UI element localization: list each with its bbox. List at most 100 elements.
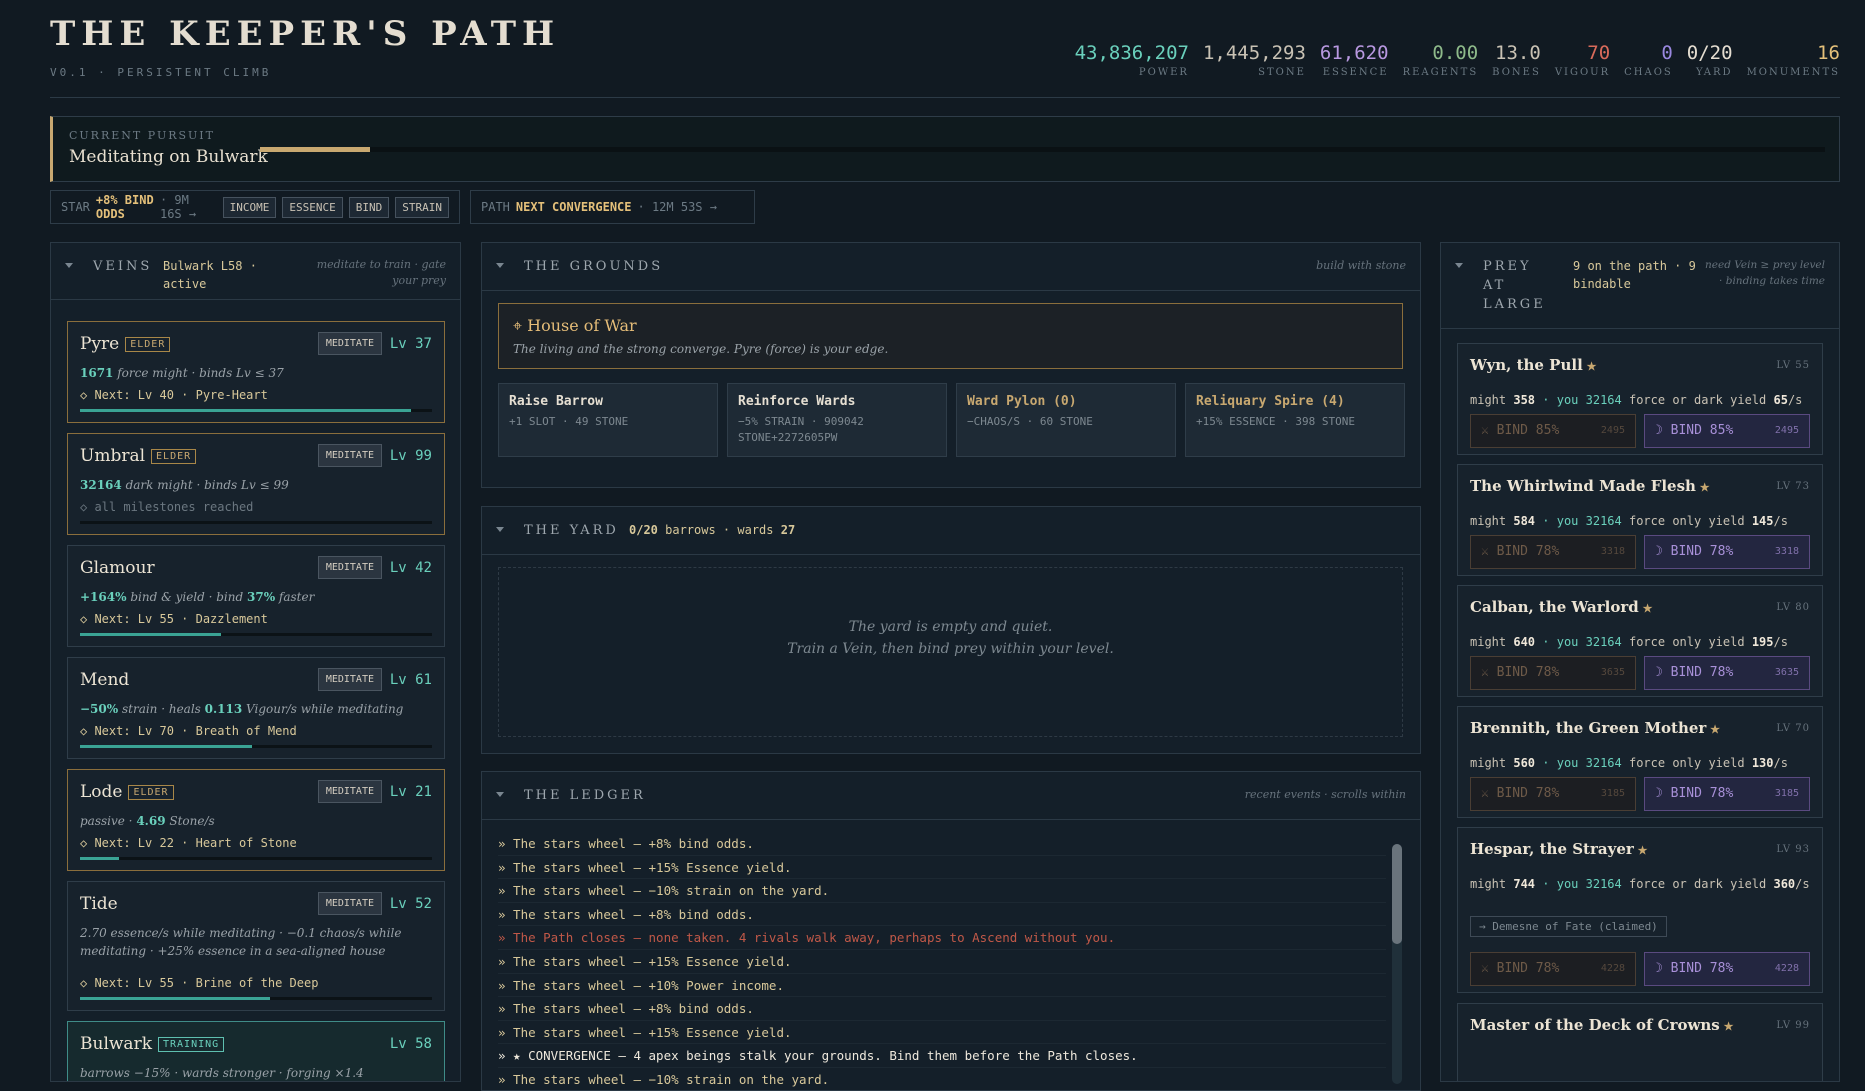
build-option[interactable]: Reliquary Spire (4) +15% ESSENCE · 398 ST… <box>1185 383 1405 457</box>
yield-label: yield <box>1722 393 1774 407</box>
vein-card-mend[interactable]: Mend MEDITATE Lv 61 −50% strain · heals 0.1… <box>67 657 445 759</box>
vein-card-tide[interactable]: Tide MEDITATE Lv 52 2.70 essence/s while me… <box>67 881 445 1011</box>
stat-essence: 61,620 ESSENCE <box>1320 42 1389 78</box>
build-name: Reliquary Spire (4) <box>1196 394 1345 409</box>
vein-name-text: Bulwark <box>80 1034 152 1054</box>
vein-description: −50% strain · heals 0.113 Vigour/s while… <box>80 700 432 718</box>
vein-card-bulwark[interactable]: Bulwark TRAINING Lv 58 barrows −15% · wards… <box>67 1021 445 1081</box>
prey-might: 744 <box>1513 877 1536 891</box>
prey-yield: 130 <box>1751 756 1774 770</box>
build-name: Reinforce Wards <box>738 394 856 409</box>
vein-card-umbral[interactable]: Umbral ELDER MEDITATE Lv 99 32164 dark might… <box>67 433 445 535</box>
ledger-title: THE LEDGER <box>524 788 646 803</box>
build-option[interactable]: Raise Barrow +1 SLOT · 49 STONE <box>498 383 718 457</box>
bind-cost: 4228 <box>1774 963 1799 974</box>
ledger-hint: recent events · scrolls within <box>1244 788 1406 801</box>
vein-description: barrows −15% · wards stronger · forging … <box>80 1064 432 1081</box>
game-subtitle: V0.1 · PERSISTENT CLIMB <box>50 66 272 79</box>
meditate-button[interactable]: MEDITATE <box>317 892 382 915</box>
house-title: House of War <box>527 316 637 335</box>
bind-force-button[interactable]: ⚔ BIND 78% 3318 <box>1470 535 1636 569</box>
vein-badge: ELDER <box>125 337 171 352</box>
ledger-entry: » The stars wheel — −10% strain on the y… <box>498 1068 1386 1090</box>
moon-icon: ☽ BIND <box>1655 544 1710 559</box>
ledger-entry: » The Path closes — none taken. 4 rivals… <box>498 926 1386 950</box>
ledger-scrollbar-thumb[interactable] <box>1392 844 1402 944</box>
pursuit-label: CURRENT PURSUIT <box>69 129 215 142</box>
vein-value-2: 37% <box>247 590 276 604</box>
meditate-button[interactable]: MEDITATE <box>317 556 382 579</box>
stat-label: VIGOUR <box>1554 67 1611 78</box>
collapse-chevron-icon[interactable] <box>496 792 504 797</box>
vein-card-pyre[interactable]: Pyre ELDER MEDITATE Lv 37 1671 force might ·… <box>67 321 445 423</box>
vein-description: 32164 dark might · binds Lv ≤ 99 <box>80 476 432 494</box>
star-timer: · 9M 16S → <box>159 193 197 221</box>
ledger-header[interactable]: THE LEDGER recent events · scrolls withi… <box>482 772 1420 820</box>
vein-name-text: Glamour <box>80 558 155 578</box>
bind-dark-odds: 78% <box>1709 961 1734 976</box>
meditate-button[interactable]: MEDITATE <box>317 332 382 355</box>
grounds-header[interactable]: THE GROUNDS build with stone <box>482 243 1420 291</box>
current-pursuit: CURRENT PURSUIT Meditating on Bulwark <box>50 116 1840 182</box>
bind-force-button[interactable]: ⚔ BIND 78% 3635 <box>1470 656 1636 690</box>
meditate-button[interactable]: MEDITATE <box>317 780 382 803</box>
might-label: might <box>1470 756 1514 770</box>
you-label: · you <box>1535 877 1586 891</box>
prey-yield: 195 <box>1751 635 1774 649</box>
vein-level: Lv 58 <box>389 1036 432 1052</box>
tag-income: INCOME <box>222 196 277 218</box>
build-option[interactable]: Reinforce Wards −5% STRAIN · 909042 STONE… <box>727 383 947 457</box>
bind-dark-button[interactable]: ☽ BIND 78% 4228 <box>1644 952 1810 986</box>
meditate-button[interactable]: MEDITATE <box>317 444 382 467</box>
vein-name-text: Lode <box>80 782 123 802</box>
bind-dark-button[interactable]: ☽ BIND 78% 3635 <box>1644 656 1810 690</box>
vein-desc-text: barrows −15% · wards stronger · forging … <box>80 1066 364 1080</box>
bind-dark-button[interactable]: ☽ BIND 78% 3318 <box>1644 535 1810 569</box>
house-card: ⌖ House of War The living and the strong… <box>498 303 1403 369</box>
stat-value: 61,620 <box>1319 42 1389 64</box>
vein-progress-bar <box>80 997 432 1000</box>
vein-card-glamour[interactable]: Glamour MEDITATE Lv 42 +164% bind & yield ·… <box>67 545 445 647</box>
prey-name: Wyn, the Pull ★ <box>1470 356 1596 374</box>
bind-dark-button[interactable]: ☽ BIND 85% 2495 <box>1644 414 1810 448</box>
house-description: The living and the strong converge. Pyre… <box>513 342 889 356</box>
bind-dark-button[interactable]: ☽ BIND 78% 3185 <box>1644 777 1810 811</box>
might-label: might <box>1470 393 1514 407</box>
prey-name: The Whirlwind Made Flesh ★ <box>1470 477 1710 495</box>
build-option[interactable]: Ward Pylon (0) −CHAOS/S · 60 STONE <box>956 383 1176 457</box>
prey-info: might 560 · you 32164 force only yield 1… <box>1470 749 1810 778</box>
prey-yield: 65 <box>1773 393 1788 407</box>
veins-hint: meditate to train · gate your prey <box>316 258 446 287</box>
bind-force-button[interactable]: ⚔ BIND 85% 2495 <box>1470 414 1636 448</box>
might-label: might <box>1470 635 1514 649</box>
veins-header[interactable]: VEINS Bulwark L58 · active meditate to t… <box>51 243 460 300</box>
collapse-chevron-icon[interactable] <box>496 263 504 268</box>
yard-header[interactable]: THE YARD 0/20 barrows · wards 27 <box>482 507 1420 555</box>
prey-name: Brennith, the Green Mother ★ <box>1470 719 1720 737</box>
ledger-scrollbar[interactable] <box>1392 844 1402 1084</box>
bind-dark-odds: 78% <box>1709 544 1734 559</box>
bind-dark-odds: 78% <box>1709 665 1734 680</box>
tag-bind: BIND <box>348 196 390 218</box>
bind-force-button[interactable]: ⚔ BIND 78% 3185 <box>1470 777 1636 811</box>
vein-level: Lv 37 <box>389 336 432 352</box>
prey-yield: 145 <box>1751 514 1774 528</box>
stat-label: STONE <box>1258 67 1306 78</box>
collapse-chevron-icon[interactable] <box>1455 263 1463 268</box>
build-cost: −5% STRAIN · 909042 STONE+2272605PW <box>738 415 864 444</box>
per-second: /s <box>1773 514 1788 528</box>
yard-status-mid: barrows · wards <box>657 523 781 537</box>
vein-progress-bar <box>80 745 432 748</box>
star-pill[interactable]: STAR +8% BIND ODDS · 9M 16S → INCOME ESS… <box>50 190 460 224</box>
vein-card-lode[interactable]: Lode ELDER MEDITATE Lv 21 passive · 4.69 Sto… <box>67 769 445 871</box>
collapse-chevron-icon[interactable] <box>65 263 73 268</box>
collapse-chevron-icon[interactable] <box>496 527 504 532</box>
vein-desc-text-2: Vigour/s while meditating <box>242 702 404 716</box>
prey-panel: PREY AT LARGE 9 on the path · 9 bindable… <box>1440 242 1840 1082</box>
meditate-button[interactable]: MEDITATE <box>317 668 382 691</box>
path-pill[interactable]: PATH NEXT CONVERGENCE · 12M 53S → <box>470 190 755 224</box>
prey-header[interactable]: PREY AT LARGE 9 on the path · 9 bindable… <box>1441 243 1839 329</box>
stat-chaos: 0 CHAOS <box>1624 42 1673 78</box>
bind-force-button[interactable]: ⚔ BIND 78% 4228 <box>1470 952 1636 986</box>
